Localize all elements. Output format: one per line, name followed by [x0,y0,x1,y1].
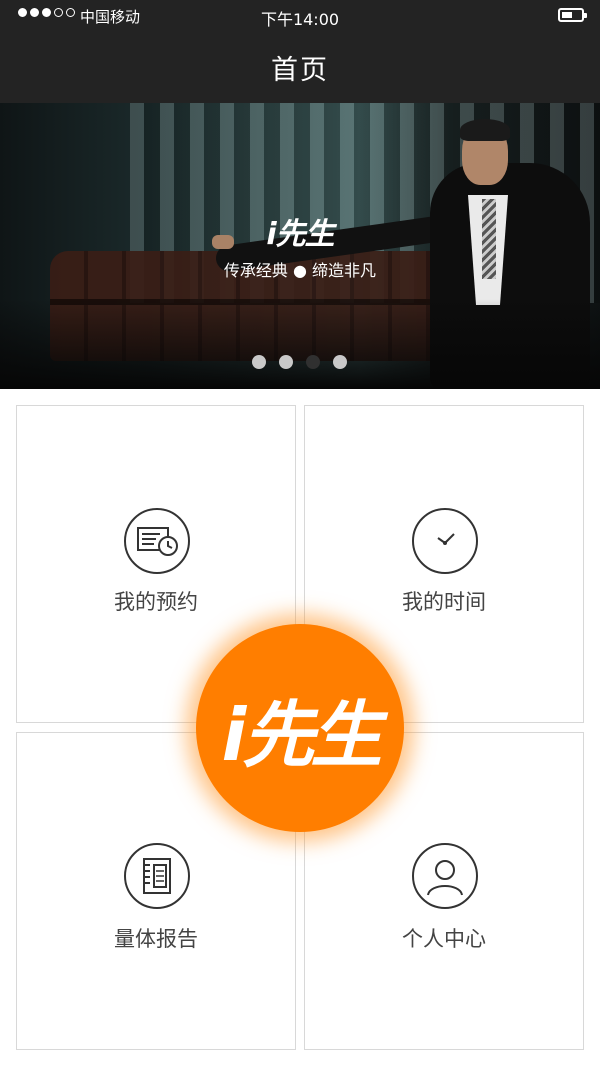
battery-icon [558,8,587,22]
brand-logo[interactable]: i先生 [196,624,404,832]
tile-label: 我的时间 [402,590,486,614]
carousel-dot[interactable] [279,355,293,369]
carousel-dot-active[interactable] [306,355,320,369]
carousel-dot[interactable] [333,355,347,369]
status-time: 下午14:00 [260,10,340,29]
appointment-icon [124,508,190,574]
header: 中国移动 下午14:00 首页 [0,0,600,103]
tile-label: 个人中心 [402,927,486,951]
tile-label: 我的预约 [114,590,198,614]
carousel-dot[interactable] [252,355,266,369]
tile-label: 量体报告 [114,927,198,951]
user-icon [412,843,478,909]
report-icon [124,843,190,909]
banner-carousel[interactable]: i先生 传承经典 ● 缔造非凡 [0,103,600,389]
banner-slogan: 传承经典 ● 缔造非凡 [223,261,377,280]
page-title: 首页 [271,55,329,86]
brand-logo-text: i先生 [221,692,383,777]
clock-icon [412,508,478,574]
banner-brand: i先生 [266,217,334,252]
carousel-indicator[interactable] [252,355,347,369]
status-bar: 中国移动 下午14:00 [0,0,600,34]
